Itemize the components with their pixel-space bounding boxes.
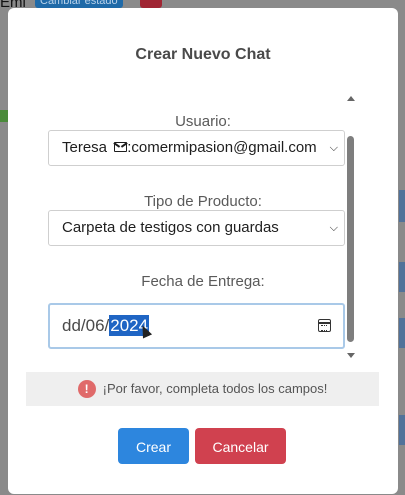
mouse-cursor-icon bbox=[137, 323, 153, 339]
usuario-name: Teresa bbox=[62, 139, 108, 156]
alert-text: ¡Por favor, completa todos los campos! bbox=[102, 381, 328, 396]
form-scroll-area: Usuario: Teresa :comermipasion@gmail.com… bbox=[48, 98, 358, 356]
background-delete-button bbox=[140, 0, 162, 8]
form-scrollbar[interactable] bbox=[346, 96, 356, 358]
scrollbar-thumb[interactable] bbox=[347, 136, 354, 342]
fecha-date-input[interactable]: dd/06/2024 bbox=[48, 303, 345, 349]
usuario-select[interactable]: Teresa :comermipasion@gmail.com ⌵ bbox=[48, 130, 345, 166]
background-row-accent bbox=[399, 262, 405, 292]
scroll-up-arrow-icon[interactable] bbox=[347, 96, 355, 101]
cancel-button[interactable]: Cancelar bbox=[195, 428, 286, 464]
producto-select[interactable]: Carpeta de testigos con guardas ⌵ bbox=[48, 210, 345, 246]
chevron-down-icon: ⌵ bbox=[329, 142, 338, 154]
background-row-accent bbox=[399, 415, 405, 445]
producto-value: Carpeta de testigos con guardas bbox=[62, 219, 279, 236]
create-chat-modal: Crear Nuevo Chat Usuario: Teresa :comerm… bbox=[8, 8, 398, 494]
background-progress-indicator bbox=[0, 110, 8, 122]
fecha-label: Fecha de Entrega: bbox=[141, 273, 265, 290]
background-row-accent bbox=[399, 318, 405, 348]
fecha-prefix: dd/06/ bbox=[62, 316, 110, 335]
chevron-down-icon: ⌵ bbox=[329, 222, 338, 234]
validation-alert: ! ¡Por favor, completa todos los campos! bbox=[26, 372, 379, 406]
background-status-button: Cambiar estado bbox=[35, 0, 123, 8]
usuario-label: Usuario: bbox=[175, 113, 231, 130]
mail-icon bbox=[114, 142, 128, 152]
calendar-icon[interactable] bbox=[318, 319, 331, 332]
exclamation-icon: ! bbox=[77, 379, 96, 398]
create-button[interactable]: Crear bbox=[118, 428, 189, 464]
scroll-down-arrow-icon[interactable] bbox=[347, 353, 355, 358]
modal-title: Crear Nuevo Chat bbox=[135, 46, 271, 63]
background-row-accent bbox=[399, 190, 405, 222]
producto-label: Tipo de Producto: bbox=[144, 193, 262, 210]
usuario-email: comermipasion@gmail.com bbox=[131, 139, 317, 156]
